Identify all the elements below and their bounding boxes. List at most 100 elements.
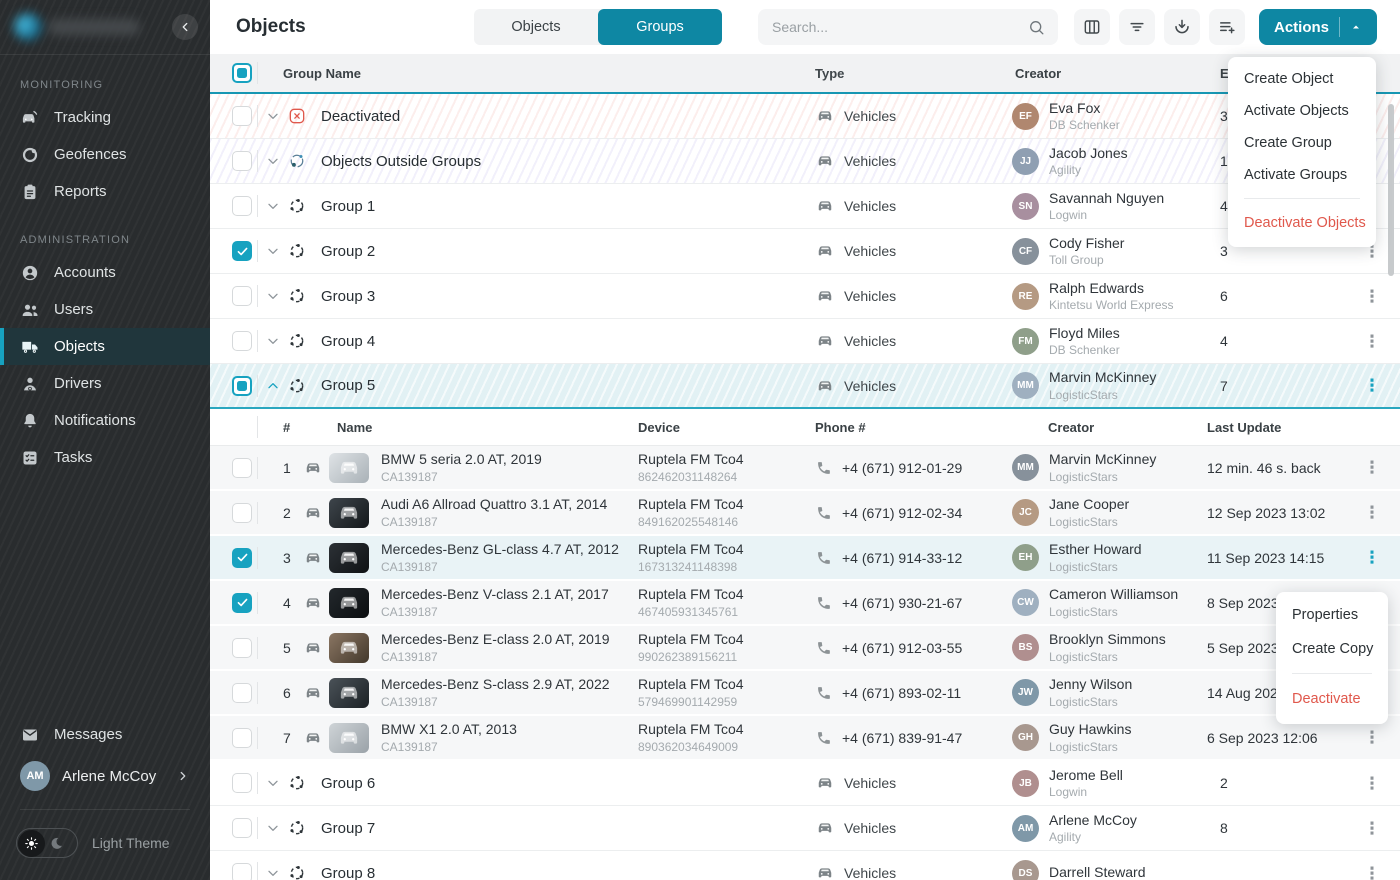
row-checkbox[interactable] — [232, 376, 252, 396]
toggle-groups-button[interactable]: Groups — [598, 9, 722, 45]
expand-toggle[interactable] — [258, 229, 287, 273]
row-menu-button[interactable]: ⋮ — [1344, 761, 1400, 805]
row-menu-button[interactable]: ⋮ — [1344, 806, 1400, 850]
group-row[interactable]: Group 6 Vehicles JBJerome BellLogwin 2 ⋮ — [210, 761, 1400, 806]
filter-button[interactable] — [1119, 9, 1155, 45]
menu-item-deactivate-objects[interactable]: Deactivate Objects — [1228, 207, 1376, 239]
expand-toggle[interactable] — [258, 184, 287, 228]
group-row[interactable]: Group 7 Vehicles AMArlene McCoyAgility 8… — [210, 806, 1400, 851]
current-user-menu[interactable]: AM Arlene McCoy — [0, 753, 210, 799]
group-row[interactable]: Group 2 Vehicles CFCody FisherToll Group… — [210, 229, 1400, 274]
row-checkbox[interactable] — [232, 241, 252, 261]
search-input[interactable] — [772, 19, 1027, 35]
sidebar-item-accounts[interactable]: Accounts — [0, 254, 210, 291]
actions-label: Actions — [1274, 19, 1329, 36]
object-row[interactable]: 1 BMW 5 seria 2.0 AT, 2019CA139187 Rupte… — [210, 446, 1400, 491]
row-checkbox[interactable] — [232, 773, 252, 793]
expand-toggle[interactable] — [258, 274, 287, 318]
group-row[interactable]: Group 4 Vehicles FMFloyd MilesDB Schenke… — [210, 319, 1400, 364]
expand-toggle[interactable] — [258, 761, 287, 805]
group-row[interactable]: Group 8 Vehicles DSDarrell Steward ⋮ — [210, 851, 1400, 880]
row-checkbox[interactable] — [232, 548, 252, 568]
group-row[interactable]: Group 5 Vehicles MMMarvin McKinneyLogist… — [210, 364, 1400, 409]
row-checkbox[interactable] — [232, 151, 252, 171]
actions-button[interactable]: Actions — [1259, 9, 1377, 45]
expand-toggle[interactable] — [258, 94, 287, 138]
select-all-checkbox[interactable] — [232, 63, 252, 83]
sidebar-item-reports[interactable]: Reports — [0, 173, 210, 210]
row-menu-button[interactable]: ⋮ — [1344, 274, 1400, 318]
row-checkbox[interactable] — [232, 331, 252, 351]
object-row[interactable]: 4 Mercedes-Benz V-class 2.1 AT, 2017CA13… — [210, 581, 1400, 626]
add-to-list-button[interactable] — [1209, 9, 1245, 45]
object-row[interactable]: 3 Mercedes-Benz GL-class 4.7 AT, 2012CA1… — [210, 536, 1400, 581]
expand-toggle[interactable] — [258, 139, 287, 183]
row-menu-button[interactable]: ⋮ — [1344, 491, 1400, 534]
group-row[interactable]: Group 1 Vehicles SNSavannah NguyenLogwin… — [210, 184, 1400, 229]
menu-item-activate-objects[interactable]: Activate Objects — [1228, 95, 1376, 127]
type-cell: Vehicles — [815, 761, 1010, 805]
theme-toggle[interactable] — [16, 828, 78, 858]
sidebar-item-users[interactable]: Users — [0, 291, 210, 328]
row-checkbox[interactable] — [232, 728, 252, 748]
object-row[interactable]: 2 Audi A6 Allroad Quattro 3.1 AT, 2014CA… — [210, 491, 1400, 536]
sidebar-item-geofences[interactable]: Geofences — [0, 136, 210, 173]
column-header-name[interactable]: Name — [303, 409, 638, 445]
columns-button[interactable] — [1074, 9, 1110, 45]
menu-item-deactivate[interactable]: Deactivate — [1276, 682, 1388, 716]
menu-item-properties[interactable]: Properties — [1276, 598, 1388, 632]
row-checkbox[interactable] — [232, 638, 252, 658]
object-row[interactable]: 6 Mercedes-Benz S-class 2.9 AT, 2022CA13… — [210, 671, 1400, 716]
sidebar-item-tasks[interactable]: Tasks — [0, 439, 210, 476]
sidebar-item-drivers[interactable]: Drivers — [0, 365, 210, 402]
column-header-last-update[interactable]: Last Update — [1207, 409, 1344, 445]
sidebar-item-objects[interactable]: Objects — [0, 328, 210, 365]
row-menu-button[interactable]: ⋮ — [1344, 364, 1400, 407]
column-header-number[interactable]: # — [258, 409, 303, 445]
sidebar-item-notifications[interactable]: Notifications — [0, 402, 210, 439]
row-checkbox[interactable] — [232, 286, 252, 306]
row-checkbox[interactable] — [232, 863, 252, 880]
group-row[interactable]: Objects Outside Groups Vehicles JJJacob … — [210, 139, 1400, 184]
sidebar-item-tracking[interactable]: Tracking — [0, 99, 210, 136]
menu-item-create-group[interactable]: Create Group — [1228, 127, 1376, 159]
column-header-creator[interactable]: Creator — [1010, 409, 1207, 445]
elements-count: 8 — [1210, 806, 1344, 850]
sidebar-item-messages[interactable]: Messages — [0, 716, 210, 753]
row-menu-button[interactable]: ⋮ — [1344, 536, 1400, 579]
group-name-cell: Group 1 — [321, 184, 815, 228]
expand-toggle[interactable] — [258, 364, 287, 407]
toggle-objects-button[interactable]: Objects — [474, 9, 598, 45]
row-checkbox[interactable] — [232, 106, 252, 126]
group-row[interactable]: Group 3 Vehicles RERalph EdwardsKintetsu… — [210, 274, 1400, 319]
column-header-device[interactable]: Device — [638, 409, 815, 445]
creator-cell: DSDarrell Steward — [1010, 851, 1210, 880]
group-row[interactable]: Deactivated Vehicles EFEva FoxDB Schenke… — [210, 94, 1400, 139]
menu-item-activate-groups[interactable]: Activate Groups — [1228, 159, 1376, 191]
row-checkbox[interactable] — [232, 196, 252, 216]
avatar: RE — [1012, 283, 1039, 310]
row-menu-button[interactable]: ⋮ — [1344, 851, 1400, 880]
column-header-type[interactable]: Type — [815, 54, 1010, 92]
row-menu-button[interactable]: ⋮ — [1344, 319, 1400, 363]
menu-item-create-object[interactable]: Create Object — [1228, 63, 1376, 95]
sidebar-collapse-button[interactable] — [172, 14, 198, 40]
row-checkbox[interactable] — [232, 683, 252, 703]
row-checkbox[interactable] — [232, 503, 252, 523]
expand-toggle[interactable] — [258, 806, 287, 850]
column-header-creator[interactable]: Creator — [1010, 54, 1210, 92]
column-header-group-name[interactable]: Group Name — [258, 54, 815, 92]
download-button[interactable] — [1164, 9, 1200, 45]
column-header-phone[interactable]: Phone # — [815, 409, 1010, 445]
menu-item-create-copy[interactable]: Create Copy — [1276, 632, 1388, 666]
row-checkbox[interactable] — [232, 593, 252, 613]
expand-toggle[interactable] — [258, 319, 287, 363]
row-checkbox[interactable] — [232, 458, 252, 478]
object-row[interactable]: 5 Mercedes-Benz E-class 2.0 AT, 2019CA13… — [210, 626, 1400, 671]
row-checkbox[interactable] — [232, 818, 252, 838]
vertical-scrollbar-thumb[interactable] — [1388, 104, 1394, 276]
row-menu-button[interactable]: ⋮ — [1344, 446, 1400, 489]
expand-toggle[interactable] — [258, 851, 287, 880]
row-number: 1 — [258, 446, 303, 489]
object-row[interactable]: 7 BMW X1 2.0 AT, 2013CA139187 Ruptela FM… — [210, 716, 1400, 761]
